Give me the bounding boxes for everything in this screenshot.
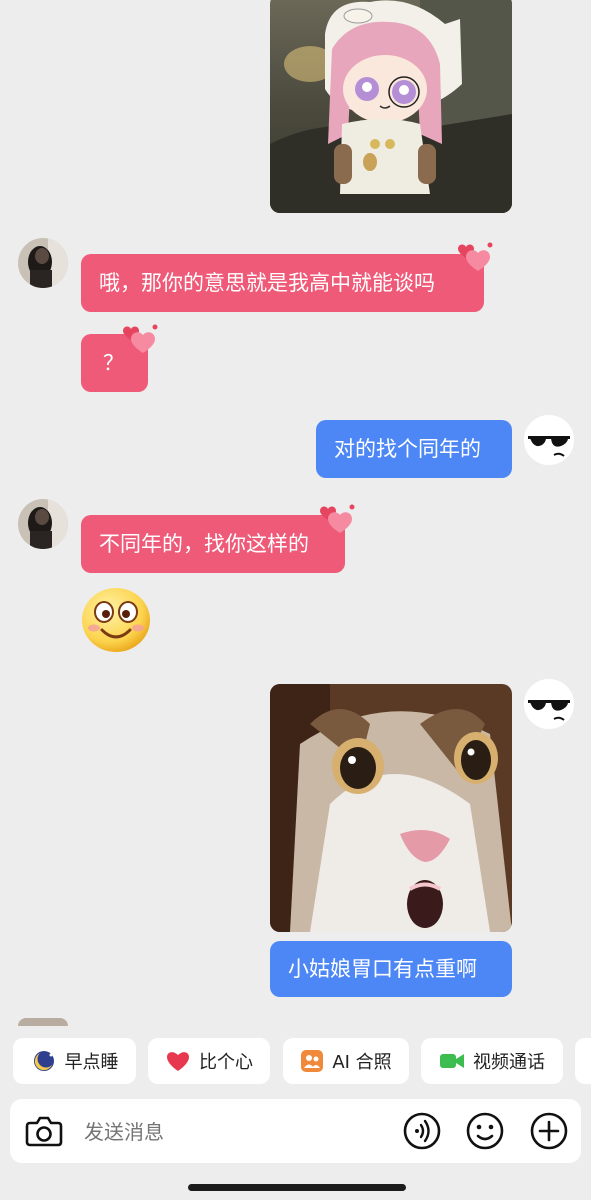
moon-icon bbox=[33, 1051, 54, 1071]
avatar-other[interactable] bbox=[18, 499, 68, 549]
message-text: 不同年的，找你这样的 bbox=[99, 532, 309, 556]
quick-action-label: 比个心 bbox=[199, 1052, 253, 1073]
emoji-message[interactable] bbox=[80, 586, 152, 654]
video-call-icon bbox=[440, 1054, 464, 1068]
heart-decoration-icon bbox=[458, 242, 493, 271]
quick-action-ai-photo[interactable]: AI 合照 bbox=[283, 1038, 409, 1084]
emoji-icon[interactable] bbox=[463, 1109, 507, 1153]
message-bubble-self[interactable]: 对的找个同年的 bbox=[316, 420, 512, 478]
message-bubble-other[interactable]: 不同年的，找你这样的 bbox=[81, 515, 345, 573]
message-text: 对的找个同年的 bbox=[334, 437, 481, 461]
avatar-image bbox=[18, 238, 68, 288]
message-text: 哦，那你的意思就是我高中就能谈吗 bbox=[99, 271, 435, 295]
message-input[interactable] bbox=[82, 1111, 386, 1153]
heart-decoration-icon bbox=[320, 504, 355, 533]
message-bubble-other[interactable]: 哦，那你的意思就是我高中就能谈吗 bbox=[81, 254, 484, 312]
sunglasses-face-icon bbox=[524, 679, 574, 729]
image-message-cat[interactable] bbox=[270, 684, 512, 932]
plus-icon[interactable] bbox=[527, 1109, 571, 1153]
heart-decoration-icon bbox=[123, 324, 158, 353]
image-message-anime[interactable] bbox=[270, 0, 512, 213]
avatar-other[interactable] bbox=[18, 238, 68, 288]
avatar-self[interactable] bbox=[524, 679, 574, 729]
avatar-partial bbox=[18, 1018, 68, 1026]
anime-girl-sticker-image bbox=[270, 0, 512, 213]
voice-icon[interactable] bbox=[400, 1109, 444, 1153]
home-indicator[interactable] bbox=[188, 1184, 406, 1191]
ai-photo-icon bbox=[301, 1050, 324, 1072]
message-bubble-self[interactable]: 小姑娘胃口有点重啊 bbox=[270, 941, 512, 997]
avatar-image bbox=[18, 499, 68, 549]
quick-action-more-partial[interactable] bbox=[575, 1038, 591, 1084]
camera-icon[interactable] bbox=[22, 1109, 66, 1153]
quick-action-sleep[interactable]: 早点睡 bbox=[13, 1038, 136, 1084]
quick-action-video-call[interactable]: 视频通话 bbox=[421, 1038, 563, 1084]
message-input-bar bbox=[10, 1099, 581, 1163]
avatar-self[interactable] bbox=[524, 415, 574, 465]
quick-action-label: 早点睡 bbox=[64, 1052, 119, 1073]
smiling-face-emoji-icon bbox=[82, 588, 150, 652]
heart-icon bbox=[167, 1052, 189, 1071]
quick-action-label: AI 合照 bbox=[332, 1052, 392, 1073]
message-text: 小姑娘胃口有点重啊 bbox=[288, 957, 477, 981]
sunglasses-face-icon bbox=[524, 415, 574, 465]
quick-action-label: 视频通话 bbox=[473, 1052, 545, 1073]
shocked-cat-image bbox=[270, 684, 512, 932]
quick-action-heart[interactable]: 比个心 bbox=[148, 1038, 270, 1084]
